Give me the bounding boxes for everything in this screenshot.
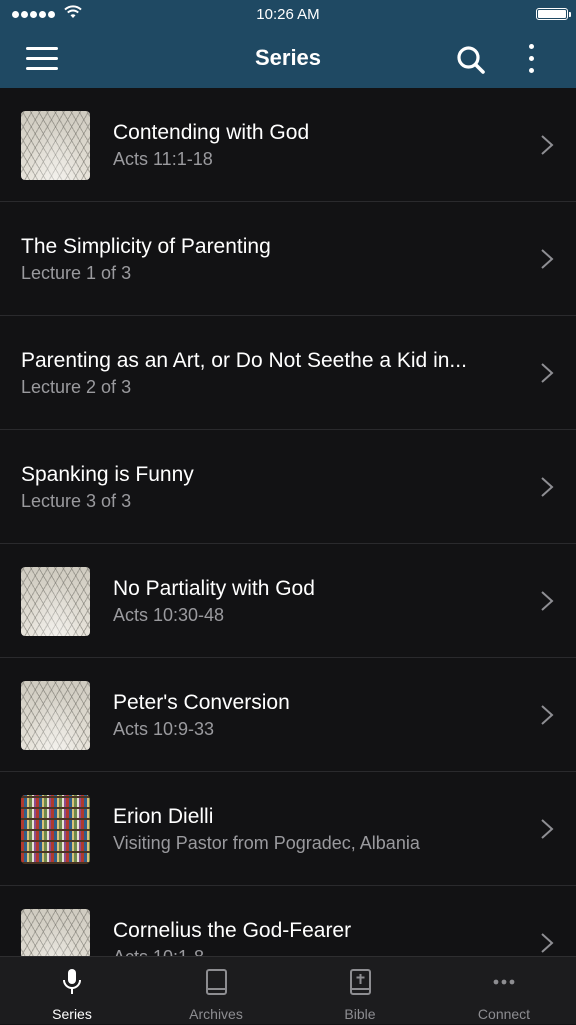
cathedral-vault-thumbnail	[21, 111, 90, 180]
list-item[interactable]: Parenting as an Art, or Do Not Seethe a …	[0, 316, 576, 430]
more-options-icon[interactable]	[520, 42, 544, 76]
cathedral-vault-thumbnail	[21, 567, 90, 636]
tab-label: Connect	[477, 1006, 531, 1022]
book-icon	[206, 969, 227, 995]
chevron-right-icon	[541, 477, 554, 497]
top-bar: 10:26 AM Series	[0, 0, 576, 88]
item-subtitle: Lecture 1 of 3	[21, 263, 132, 283]
chevron-right-icon	[541, 591, 554, 611]
chevron-right-icon	[541, 135, 554, 155]
list-item[interactable]: Spanking is Funny Lecture 3 of 3	[0, 430, 576, 544]
page-title: Series	[254, 45, 322, 70]
tab-label: Archives	[189, 1006, 243, 1022]
more-horizontal-icon	[493, 979, 515, 985]
list-item[interactable]: Erion Dielli Visiting Pastor from Pograd…	[0, 772, 576, 886]
search-icon[interactable]	[455, 44, 487, 76]
list-item[interactable]: Contending with God Acts 11:1-18	[0, 88, 576, 202]
item-title: Spanking is Funny	[21, 463, 194, 486]
chevron-right-icon	[541, 819, 554, 839]
series-list: Contending with God Acts 11:1-18 The Sim…	[0, 88, 576, 956]
tab-label: Bible	[344, 1006, 376, 1022]
bible-icon	[350, 969, 371, 995]
tab-archives[interactable]: Archives	[144, 957, 288, 1025]
tab-bible[interactable]: Bible	[288, 957, 432, 1025]
item-title: Cornelius the God-Fearer	[113, 919, 352, 942]
chevron-right-icon	[541, 249, 554, 269]
item-subtitle: Acts 10:30-48	[113, 605, 225, 625]
item-subtitle: Acts 10:1-8	[113, 947, 506, 956]
list-item[interactable]: The Simplicity of Parenting Lecture 1 of…	[0, 202, 576, 316]
chevron-right-icon	[541, 705, 554, 725]
tab-bar: Series Archives Bible Connect	[0, 956, 576, 1024]
tab-connect[interactable]: Connect	[432, 957, 576, 1025]
tab-label: Series	[52, 1006, 92, 1022]
item-subtitle: Acts 11:1-18	[113, 149, 213, 169]
tab-series[interactable]: Series	[0, 957, 144, 1025]
item-title: Parenting as an Art, or Do Not Seethe a …	[21, 349, 467, 372]
chevron-right-icon	[541, 363, 554, 383]
item-title: Erion Dielli	[113, 805, 214, 828]
item-title: No Partiality with God	[113, 577, 315, 600]
item-subtitle: Lecture 3 of 3	[21, 491, 132, 511]
nav-bar: Series	[0, 30, 576, 88]
bookshelf-thumbnail	[21, 795, 90, 864]
item-subtitle: Acts 10:9-33	[113, 719, 215, 739]
item-subtitle: Visiting Pastor from Pogradec, Albania	[113, 833, 420, 853]
list-item[interactable]: Cornelius the God-Fearer Acts 10:1-8	[0, 886, 576, 956]
item-title: The Simplicity of Parenting	[21, 235, 271, 258]
status-time: 10:26 AM	[256, 6, 320, 23]
microphone-icon	[63, 969, 81, 994]
item-title: Contending with God	[113, 121, 310, 144]
item-subtitle: Lecture 2 of 3	[21, 377, 132, 397]
list-item[interactable]: Peter's Conversion Acts 10:9-33	[0, 658, 576, 772]
cathedral-vault-thumbnail	[21, 909, 90, 956]
cathedral-vault-thumbnail	[21, 681, 90, 750]
list-item[interactable]: No Partiality with God Acts 10:30-48	[0, 544, 576, 658]
battery-icon	[536, 8, 571, 20]
status-bar: 10:26 AM	[0, 0, 576, 30]
chevron-right-icon	[541, 933, 554, 953]
item-title: Peter's Conversion	[113, 691, 290, 714]
